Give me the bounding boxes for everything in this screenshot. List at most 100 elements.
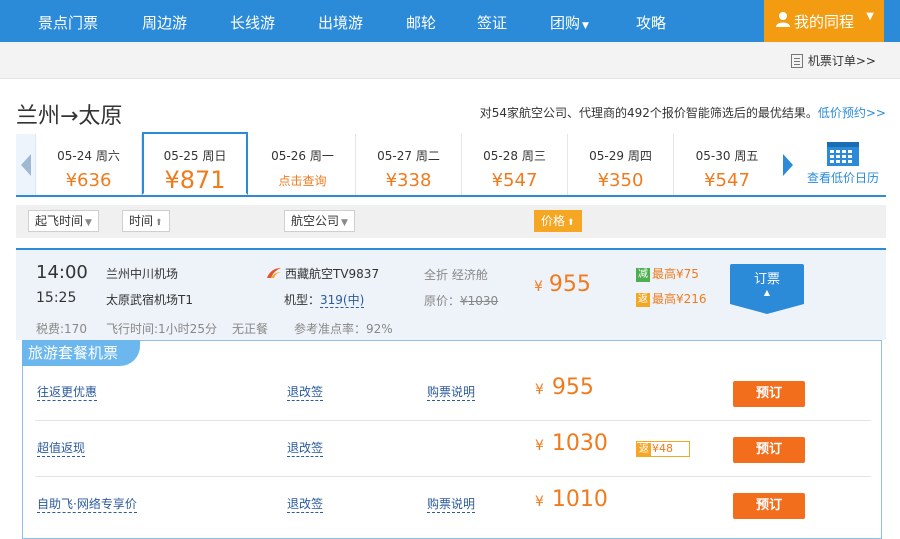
caret-up-icon: ▲ (763, 288, 771, 297)
date-label: 05-27 周二 (377, 149, 440, 163)
refund-change-link[interactable]: 退改签 (287, 495, 324, 513)
my-trip-label: 我的同程 (794, 13, 855, 31)
calendar-icon (827, 142, 859, 166)
currency-symbol: ¥ (535, 382, 544, 398)
low-price-reserve-link[interactable]: 低价预约>> (818, 106, 886, 120)
nav-item-visa[interactable]: 签证 (477, 12, 507, 33)
reserve-button[interactable]: 预订 (733, 381, 805, 407)
original-price-value: ¥1030 (460, 294, 499, 308)
top-nav: 景点门票 周边游 长线游 出境游 邮轮 签证 团购 ▼ 攻略 我的同程 ▼ (0, 0, 900, 42)
chevron-down-icon: ▼ (582, 21, 589, 31)
cashback-amount: ¥48 (652, 442, 673, 455)
route-title: 兰州→太原 (16, 104, 123, 129)
low-price-calendar-label: 查看低价日历 (806, 171, 879, 185)
tax-fee: 税费:170 (36, 322, 87, 336)
date-label: 05-25 周日 (163, 149, 227, 163)
prev-dates-arrow-icon[interactable] (16, 134, 36, 195)
package-row: 自助飞·网络专享价 退改签 购票说明 ¥1010 预订 (35, 477, 871, 533)
on-time-rate: 参考准点率：92% (294, 322, 393, 336)
nav-item-guide[interactable]: 攻略 (636, 12, 666, 33)
package-price: ¥1010 (535, 487, 608, 512)
time-sort[interactable]: 时间 ⬆ (122, 210, 170, 232)
next-dates-arrow-icon[interactable] (781, 134, 797, 195)
purchase-note-link[interactable]: 购票说明 (427, 495, 476, 513)
date-tab[interactable]: 05-26 周一 点击查询 (250, 134, 356, 195)
time-sort-label: 时间 (129, 214, 154, 228)
aircraft-model-label: 机型： (284, 293, 321, 307)
sub-bar: 机票订单>> (0, 42, 900, 79)
package-price-value: 955 (551, 375, 594, 400)
arrival-time: 15:25 (36, 290, 77, 306)
rebate-badge-icon: 返 (636, 293, 650, 307)
aircraft-model-link[interactable]: 319(中) (320, 293, 365, 308)
reserve-button[interactable]: 预订 (733, 493, 805, 519)
package-price-value: 1030 (551, 431, 608, 456)
date-price: ¥636 (65, 170, 112, 191)
depart-time-filter-label: 起飞时间 (35, 214, 84, 228)
package-name-link[interactable]: 超值返现 (37, 439, 86, 457)
date-tab[interactable]: 05-28 周三 ¥547 (462, 134, 568, 195)
date-tab-selected[interactable]: 05-25 周日 ¥871 (142, 132, 248, 195)
currency-symbol: ¥ (534, 279, 543, 295)
user-icon (776, 12, 790, 27)
nav-item-long-trip[interactable]: 长线游 (230, 12, 275, 33)
date-tab[interactable]: 05-27 周二 ¥338 (356, 134, 462, 195)
book-ticket-button[interactable]: 订票 ▲ (730, 264, 804, 314)
price-sort[interactable]: 价格 ⬆ (534, 210, 582, 232)
date-price: ¥547 (704, 170, 750, 191)
package-row: 超值返现 退改签 ¥1030 返 ¥48 预订 (35, 421, 871, 477)
meal-info: 无正餐 (232, 322, 269, 336)
price-sort-label: 价格 (541, 214, 566, 228)
flight-price-value: 955 (548, 272, 591, 297)
date-tab[interactable]: 05-30 周五 ¥547 (674, 134, 780, 195)
date-label: 05-29 周四 (589, 149, 652, 163)
date-query-link: 点击查询 (278, 174, 327, 188)
depart-time-filter[interactable]: 起飞时间 ▼ (28, 210, 99, 232)
document-icon (790, 54, 803, 68)
nav-item-groupbuy[interactable]: 团购 ▼ (550, 12, 589, 33)
flight-orders-label: 机票订单>> (807, 54, 876, 68)
flight-duration: 飞行时间:1小时25分 (106, 322, 217, 336)
airline-logo-icon (267, 268, 281, 278)
package-name-link[interactable]: 自助飞·网络专享价 (37, 495, 137, 513)
flight-row: 14:00 15:25 兰州中川机场 太原武宿机场T1 西藏航空TV9837 机… (16, 248, 886, 340)
date-strip: 05-24 周六 ¥636 05-25 周日 ¥871 05-26 周一 点击查… (16, 132, 886, 197)
low-price-calendar-button[interactable]: 查看低价日历 (800, 134, 886, 195)
arrival-airport: 太原武宿机场T1 (106, 293, 193, 307)
flight-orders-link[interactable]: 机票订单>> (790, 52, 876, 69)
rebate-info: 返最高¥216 (636, 290, 707, 307)
package-row: 往返更优惠 退改签 购票说明 ¥955 预订 (35, 365, 871, 421)
refund-change-link[interactable]: 退改签 (287, 383, 324, 401)
my-trip-button[interactable]: 我的同程 ▼ (764, 0, 884, 42)
departure-airport: 兰州中川机场 (106, 267, 179, 281)
date-price: ¥350 (597, 170, 644, 191)
filter-bar: 起飞时间 ▼ 时间 ⬆ 航空公司 ▼ 价格 ⬆ (16, 205, 886, 238)
purchase-note-link[interactable]: 购票说明 (427, 383, 476, 401)
original-price: 原价：¥1030 (424, 292, 498, 309)
nav-item-nearby[interactable]: 周边游 (142, 12, 187, 33)
package-price: ¥1030 (535, 431, 608, 456)
caret-down-icon: ▼ (866, 11, 874, 22)
date-label: 05-30 周五 (695, 149, 759, 163)
airline-filter[interactable]: 航空公司 ▼ (284, 210, 355, 232)
date-tab[interactable]: 05-29 周四 ¥350 (568, 134, 674, 195)
date-price: ¥871 (164, 166, 226, 194)
date-tab[interactable]: 05-24 周六 ¥636 (36, 134, 142, 195)
refund-change-link[interactable]: 退改签 (287, 439, 324, 457)
rebate-badge-icon: 返 (637, 443, 651, 457)
flight-price: ¥955 (534, 272, 591, 297)
reserve-button[interactable]: 预订 (733, 437, 805, 463)
nav-item-cruise[interactable]: 邮轮 (406, 12, 436, 33)
summary-text: 对54家航空公司、代理商的492个报价智能筛选后的最优结果。 (479, 106, 818, 120)
package-name-link[interactable]: 往返更优惠 (37, 383, 98, 401)
nav-item-groupbuy-label: 团购 (550, 14, 581, 32)
date-label: 05-24 周六 (57, 149, 120, 163)
departure-time: 14:00 (36, 262, 88, 283)
airline-filter-label: 航空公司 (291, 214, 340, 228)
nav-item-tickets[interactable]: 景点门票 (38, 12, 98, 33)
nav-item-outbound[interactable]: 出境游 (318, 12, 363, 33)
discount-badge-icon: 减 (636, 268, 650, 282)
cabin-class: 全折 经济舱 (424, 268, 488, 282)
chevron-down-icon: ▼ (341, 218, 348, 228)
airline-flight-number: 西藏航空TV9837 (285, 267, 380, 281)
